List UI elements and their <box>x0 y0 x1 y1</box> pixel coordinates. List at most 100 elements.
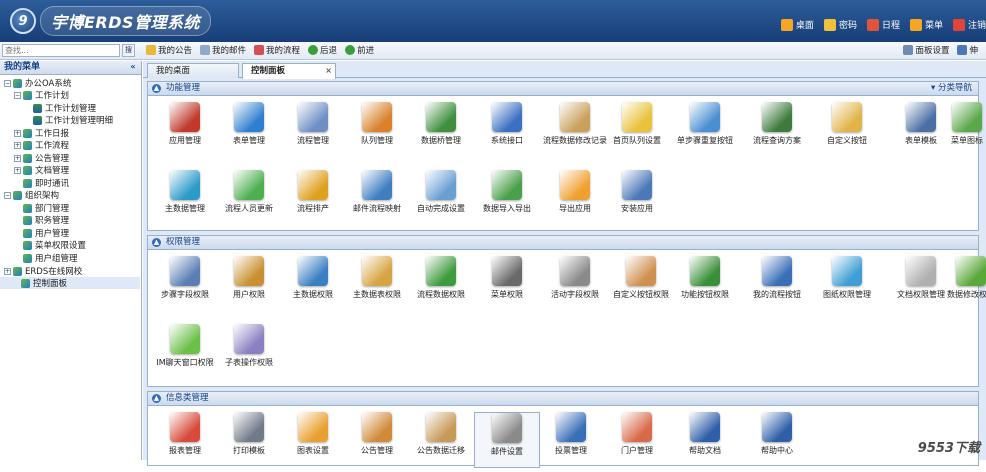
folder-icon <box>23 253 32 263</box>
forward-icon <box>345 45 356 55</box>
topnav-item-3[interactable]: 菜单 <box>909 18 943 31</box>
app-tile[interactable]: 数据导入导出 <box>474 170 540 230</box>
app-tile[interactable]: 图纸权限管理 <box>814 256 880 316</box>
tree-item[interactable]: 工作计划管理 <box>24 102 96 114</box>
app-tile[interactable]: 流程排产 <box>280 170 346 230</box>
expand-toggle-icon[interactable]: + <box>14 129 21 137</box>
app-tile[interactable]: 用户权限 <box>216 256 282 316</box>
sidebar-header: 我的菜单 « <box>0 61 141 75</box>
app-tile[interactable]: 主数据表权限 <box>344 256 410 316</box>
toolbar-item-1[interactable]: 我的邮件 <box>200 44 246 56</box>
back-icon <box>308 45 319 55</box>
category-nav-link[interactable]: ▾ 分类导航 <box>931 82 972 95</box>
collapse-panel-icon[interactable]: ▲ <box>152 238 161 247</box>
topnav-item-0[interactable]: 桌面 <box>780 18 814 31</box>
expand-toggle-icon[interactable]: + <box>14 154 21 162</box>
app-tile[interactable]: 帮助文档 <box>672 412 738 472</box>
app-tile[interactable]: 单步骤重复按钮 <box>672 102 738 162</box>
app-tile[interactable]: 公告管理 <box>344 412 410 472</box>
tree-item[interactable]: 用户组管理 <box>14 252 78 264</box>
app-tile[interactable]: 报表管理 <box>152 412 218 472</box>
app-tile[interactable]: IM聊天窗口权限 <box>152 324 218 384</box>
toolbar-right-item-0[interactable]: 面板设置 <box>903 44 949 56</box>
app-tile[interactable]: 主数据管理 <box>152 170 218 230</box>
app-tile[interactable]: 首页队列设置 <box>604 102 670 162</box>
app-tile[interactable]: 我的流程按钮 <box>744 256 810 316</box>
app-tile[interactable]: 菜单权限 <box>474 256 540 316</box>
app-tile[interactable]: 图表设置 <box>280 412 346 472</box>
topnav-item-2[interactable]: 日程 <box>866 18 900 31</box>
tree-item[interactable]: + 文档管理 <box>14 164 69 176</box>
app-tile[interactable]: 应用管理 <box>152 102 218 162</box>
menu-search-input[interactable] <box>2 44 120 57</box>
topnav-item-4[interactable]: 注销 <box>952 18 986 31</box>
expand-toggle-icon[interactable]: + <box>14 141 21 149</box>
tree-item[interactable]: 即时通讯 <box>14 177 69 189</box>
collapse-panel-icon[interactable]: ▲ <box>152 84 161 93</box>
tree-item[interactable]: − 办公OA系统 <box>4 77 71 89</box>
expand-toggle-icon[interactable]: − <box>4 191 11 199</box>
tree-item[interactable]: 部门管理 <box>14 202 69 214</box>
app-tile[interactable]: 子表操作权限 <box>216 324 282 384</box>
app-tile[interactable]: 流程管理 <box>280 102 346 162</box>
tree-item[interactable]: + 工作流程 <box>14 139 69 151</box>
app-tile[interactable]: 主数据权限 <box>280 256 346 316</box>
app-label: 流程排产 <box>297 204 329 213</box>
search-button[interactable]: 搜 <box>122 44 135 57</box>
collapse-sidebar-button[interactable]: « <box>128 63 138 72</box>
app-tile[interactable]: 流程数据权限 <box>408 256 474 316</box>
tab-0[interactable]: 我的桌面 <box>147 63 239 78</box>
app-tile[interactable]: 表单管理 <box>216 102 282 162</box>
app-tile[interactable]: 流程人员更新 <box>216 170 282 230</box>
tree-item[interactable]: + 工作日报 <box>14 127 69 139</box>
app-tile[interactable]: 帮助中心 <box>744 412 810 472</box>
app-tile[interactable]: 数据修改权限 <box>938 256 986 316</box>
toolbar-item-0[interactable]: 我的公告 <box>146 44 192 56</box>
collapse-panel-icon[interactable]: ▲ <box>152 394 161 403</box>
close-tab-icon[interactable]: × <box>325 64 332 78</box>
tree-item[interactable]: 工作计划管理明细 <box>24 114 113 126</box>
lock-icon <box>823 18 836 31</box>
tree-item[interactable]: 职务管理 <box>14 214 69 226</box>
tree-item[interactable]: + 公告管理 <box>14 152 69 164</box>
app-tile[interactable]: 投票管理 <box>538 412 604 472</box>
expand-toggle-icon[interactable]: − <box>4 79 11 87</box>
app-tile[interactable]: 活动字段权限 <box>542 256 608 316</box>
topnav-item-1[interactable]: 密码 <box>823 18 857 31</box>
app-tile[interactable]: 导出应用 <box>542 170 608 230</box>
app-tile[interactable]: 自定义按钮 <box>814 102 880 162</box>
app-tile[interactable]: 功能按钮权限 <box>672 256 738 316</box>
app-tile[interactable]: 门户管理 <box>604 412 670 472</box>
app-tile[interactable]: 自定义按钮权限 <box>608 256 674 316</box>
toolbar-item-2[interactable]: 我的流程 <box>254 44 300 56</box>
master-data-icon <box>170 170 200 200</box>
toolbar-item-4[interactable]: 前进 <box>345 44 374 56</box>
app-tile[interactable]: 打印模板 <box>216 412 282 472</box>
topnav-label: 注销 <box>967 21 986 31</box>
app-tile[interactable]: 步骤字段权限 <box>152 256 218 316</box>
app-tile[interactable]: 公告数据迁移 <box>408 412 474 472</box>
expand-toggle-icon[interactable]: + <box>14 166 21 174</box>
tree-item[interactable]: − 组织架构 <box>4 189 59 201</box>
document-icon <box>33 103 42 113</box>
expand-toggle-icon[interactable]: − <box>14 91 21 99</box>
app-tile[interactable]: 自动完成设置 <box>408 170 474 230</box>
app-tile[interactable]: 流程数据修改记录 <box>542 102 608 162</box>
tree-item-label: 公告管理 <box>35 154 70 164</box>
app-tile[interactable]: 菜单图标 <box>934 102 986 162</box>
app-tile[interactable]: 系统接口 <box>474 102 540 162</box>
app-tile[interactable]: 邮件流程映射 <box>344 170 410 230</box>
app-tile[interactable]: 数据桥管理 <box>408 102 474 162</box>
tree-item[interactable]: 控制面板 <box>0 277 140 289</box>
app-tile[interactable]: 安装应用 <box>604 170 670 230</box>
expand-toggle-icon[interactable]: + <box>4 267 11 275</box>
tree-item[interactable]: − 工作计划 <box>14 89 69 101</box>
tab-1[interactable]: 控制面板 × <box>242 63 336 79</box>
tree-item[interactable]: 菜单权限设置 <box>14 239 86 251</box>
app-tile[interactable]: 队列管理 <box>344 102 410 162</box>
toolbar-right-item-1[interactable]: 伸 <box>957 44 978 56</box>
toolbar-item-3[interactable]: 后退 <box>308 44 337 56</box>
tree-item[interactable]: + ERDS在线网校 <box>4 265 82 277</box>
app-tile[interactable]: 流程查询方案 <box>744 102 810 162</box>
tree-item[interactable]: 用户管理 <box>14 227 69 239</box>
